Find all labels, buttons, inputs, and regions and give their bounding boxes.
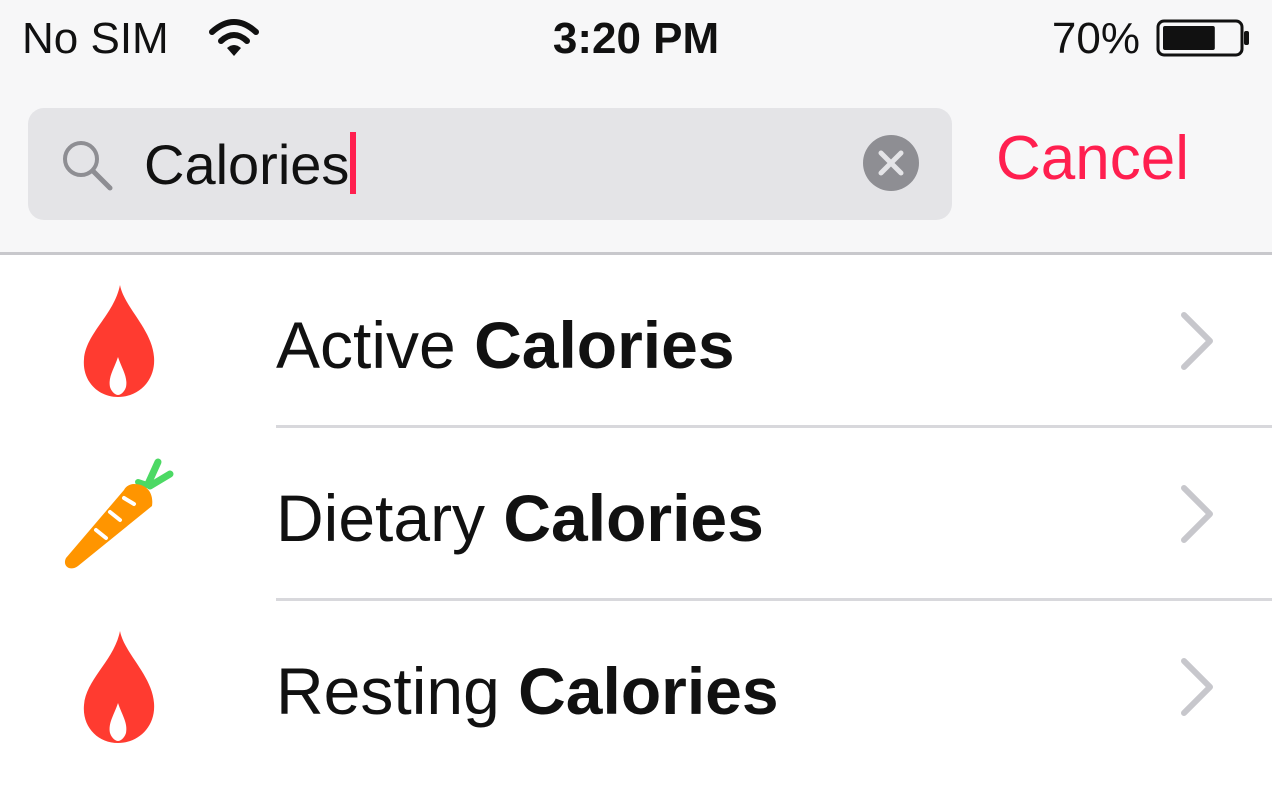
text-cursor bbox=[350, 132, 357, 194]
clear-icon[interactable] bbox=[862, 134, 920, 192]
status-bar: No SIM 3:20 PM 70% bbox=[0, 0, 1272, 80]
result-label: Active Calories bbox=[276, 307, 735, 383]
search-field[interactable]: Calories bbox=[28, 108, 952, 220]
search-input[interactable]: Calories bbox=[144, 130, 357, 200]
search-results-list: Active Calories Dietary Calories Resting… bbox=[0, 255, 1272, 774]
flame-icon bbox=[83, 631, 155, 743]
result-label-prefix: Resting bbox=[276, 654, 519, 728]
cancel-button[interactable]: Cancel bbox=[996, 124, 1189, 194]
result-label-match: Calories bbox=[518, 654, 779, 728]
result-label-prefix: Dietary bbox=[276, 481, 504, 555]
flame-icon bbox=[83, 285, 155, 397]
search-header: No SIM 3:20 PM 70% Calories Cancel bbox=[0, 0, 1272, 255]
result-row-resting-calories[interactable]: Resting Calories bbox=[0, 601, 1272, 774]
chevron-right-icon bbox=[1181, 658, 1213, 716]
result-label: Dietary Calories bbox=[276, 480, 764, 556]
carrot-icon bbox=[64, 458, 174, 569]
search-icon bbox=[63, 141, 113, 191]
result-label-match: Calories bbox=[474, 308, 735, 382]
health-search-screen: No SIM 3:20 PM 70% Calories Cancel Activ… bbox=[0, 0, 1272, 810]
battery-percent: 70% bbox=[1051, 14, 1140, 63]
battery-icon bbox=[1156, 19, 1249, 57]
result-label-prefix: Active bbox=[276, 308, 475, 382]
search-input-text: Calories bbox=[144, 133, 350, 196]
chevron-right-icon bbox=[1181, 485, 1213, 543]
result-row-dietary-calories[interactable]: Dietary Calories bbox=[0, 428, 1272, 601]
result-label-match: Calories bbox=[503, 481, 764, 555]
result-row-active-calories[interactable]: Active Calories bbox=[0, 255, 1272, 428]
chevron-right-icon bbox=[1181, 312, 1213, 370]
result-label: Resting Calories bbox=[276, 653, 779, 729]
